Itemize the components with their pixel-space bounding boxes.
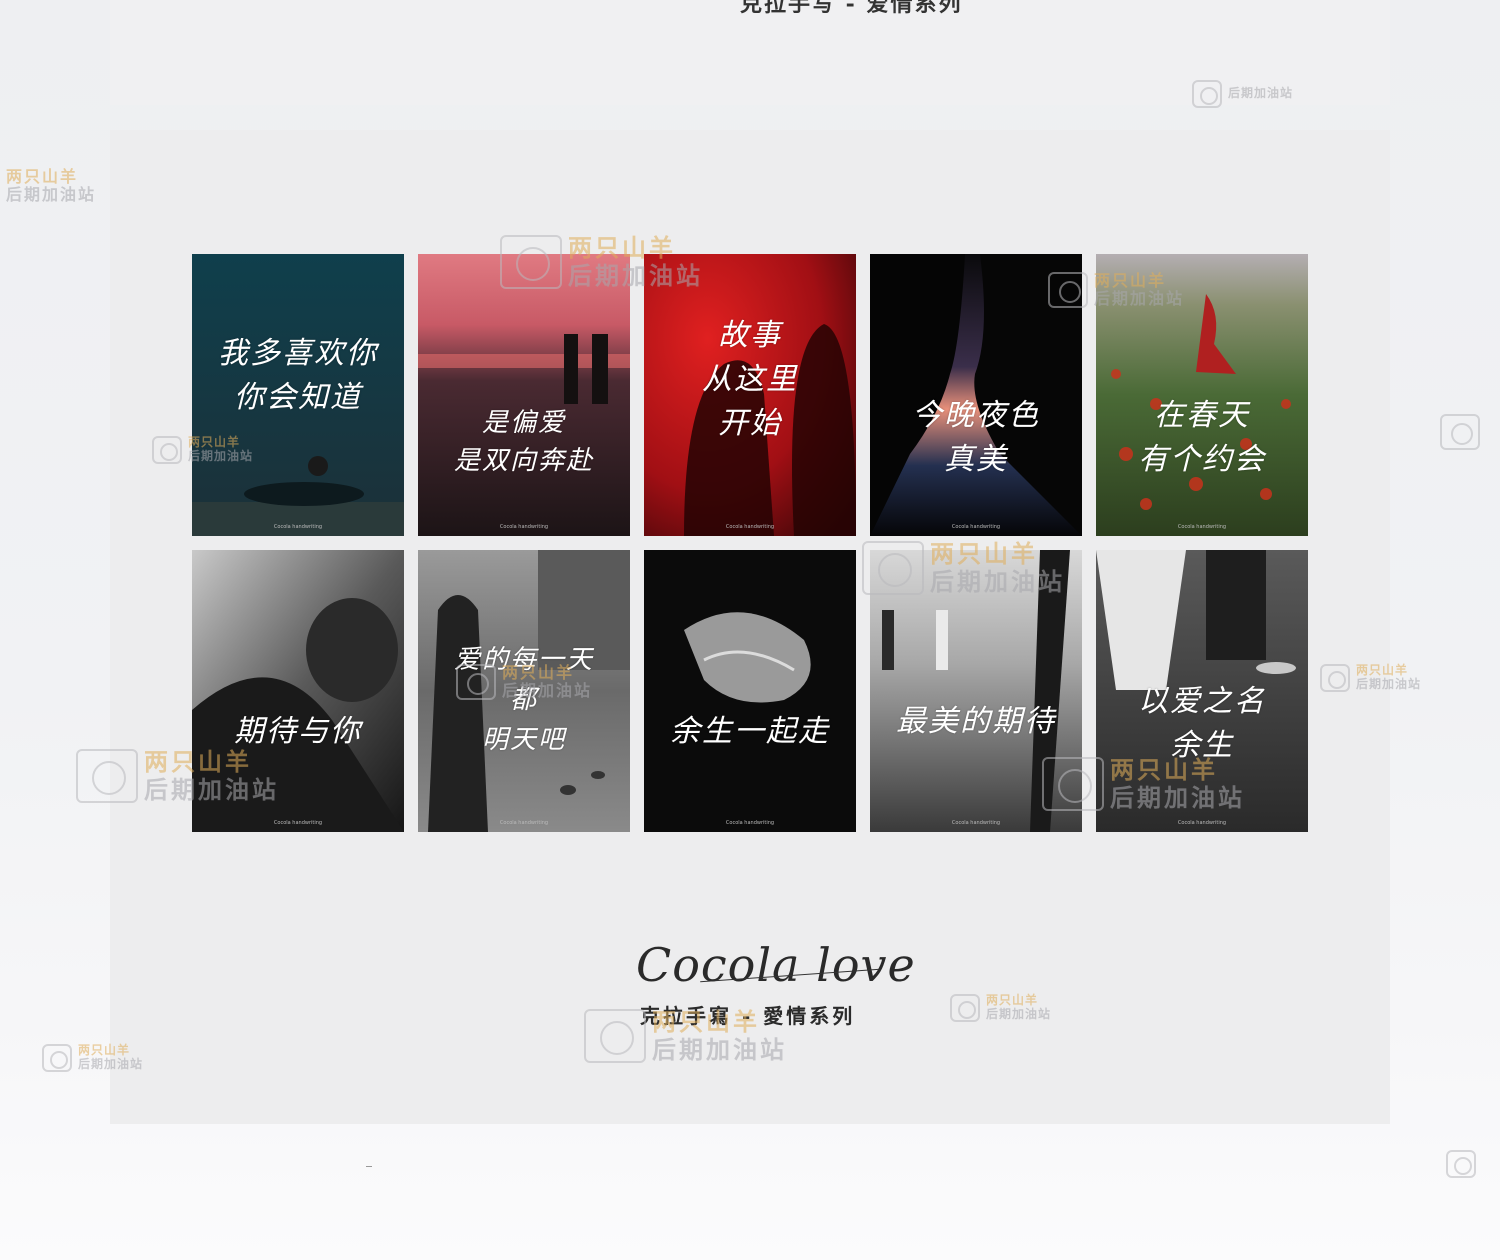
poster-photo (418, 254, 630, 536)
poster-signature: Cocola handwriting (499, 524, 549, 530)
camera-icon (1042, 756, 1104, 811)
camera-icon (76, 748, 138, 803)
poster-signature: Cocola handwriting (499, 820, 549, 826)
camera-icon (1440, 414, 1480, 450)
poster-photo (644, 550, 856, 832)
camera-icon (1192, 80, 1222, 108)
poster-handwriting: 是偏爱 是双向奔赴 (453, 408, 594, 476)
camera-icon (42, 1044, 72, 1072)
watermark-cut-bottom-right (1446, 1150, 1476, 1178)
camera-icon (456, 664, 496, 701)
camera-icon (1048, 272, 1088, 309)
watermark: 两只山羊 后期加油站 (42, 1043, 143, 1072)
poster-handwriting: 故事 从这里 开始 (702, 318, 798, 441)
poster-signature: Cocola handwriting (725, 820, 775, 826)
watermark: 两只山羊 后期加油站 (584, 1008, 787, 1063)
watermark: 两只山羊 后期加油站 (500, 234, 703, 289)
poster-card-3[interactable]: 故事 从这里 开始 Cocola handwriting (644, 254, 856, 536)
top-cut-title: 克拉手写 - 爱情系列 (740, 0, 963, 17)
watermark: 两只山羊 后期加油站 (76, 748, 279, 803)
poster-handwriting: 我多喜欢你 你会知道 (218, 336, 378, 415)
watermark-cut-right (1440, 414, 1480, 450)
watermark-cut-left: 两只山羊 后期加油站 (6, 167, 97, 205)
camera-icon (862, 540, 924, 595)
poster-signature: Cocola handwriting (1177, 524, 1227, 530)
camera-icon (1446, 1150, 1476, 1178)
camera-icon (152, 436, 182, 464)
watermark: 两只山羊 后期加油站 (1042, 756, 1245, 811)
poster-signature: Cocola handwriting (951, 524, 1001, 530)
poster-signature: Cocola handwriting (273, 524, 323, 530)
poster-card-8[interactable]: 余生一起走 Cocola handwriting (644, 550, 856, 832)
poster-handwriting: 余生一起走 (670, 714, 830, 749)
divider (366, 1166, 372, 1167)
poster-card-1[interactable]: 我多喜欢你 你会知道 Cocola handwriting (192, 254, 404, 536)
watermark: 两只山羊 后期加油站 (456, 663, 592, 701)
brand-script-logo: Cocola love (636, 938, 916, 992)
watermark: 两只山羊 后期加油站 (152, 435, 253, 464)
camera-icon (950, 994, 980, 1022)
poster-signature: Cocola handwriting (1177, 820, 1227, 826)
poster-handwriting: 今晚夜色 真美 (912, 398, 1040, 477)
watermark: 两只山羊 后期加油站 (1048, 271, 1184, 309)
watermark: 两只山羊 后期加油站 (862, 540, 1065, 595)
poster-handwriting: 最美的期待 (896, 704, 1056, 739)
poster-signature: Cocola handwriting (273, 820, 323, 826)
watermark: 两只山羊 后期加油站 (1320, 663, 1421, 692)
poster-grid: 我多喜欢你 你会知道 Cocola handwriting 是偏爱 是双向奔赴 … (192, 254, 1310, 834)
camera-icon (500, 234, 562, 289)
watermark: 后期加油站 (1192, 80, 1293, 108)
poster-handwriting: 在春天 有个约会 (1138, 398, 1266, 477)
poster-signature: Cocola handwriting (725, 524, 775, 530)
watermark: 两只山羊 后期加油站 (950, 993, 1051, 1022)
poster-card-2[interactable]: 是偏爱 是双向奔赴 Cocola handwriting (418, 254, 630, 536)
camera-icon (584, 1008, 646, 1063)
camera-icon (1320, 664, 1350, 692)
poster-signature: Cocola handwriting (951, 820, 1001, 826)
